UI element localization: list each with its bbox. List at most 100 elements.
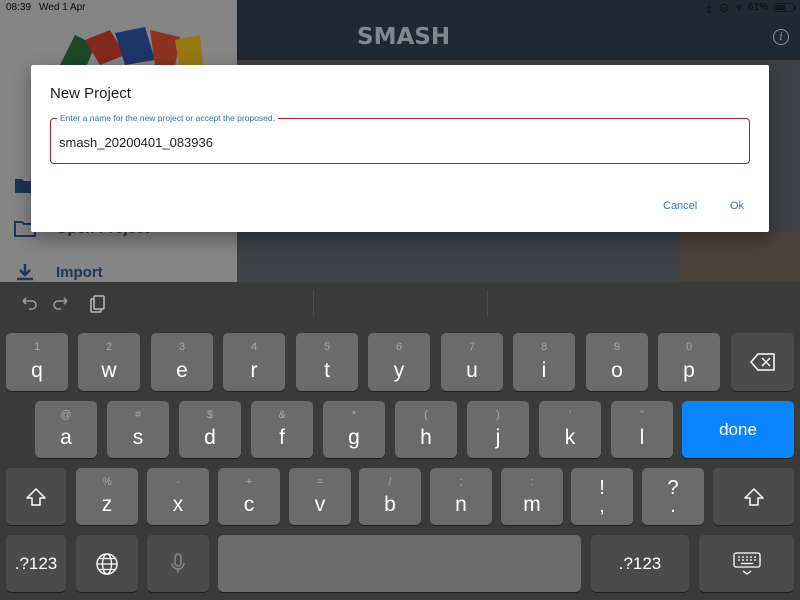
key-hint: 4 xyxy=(250,341,258,353)
key-q[interactable]: 1q xyxy=(6,333,68,391)
key-h[interactable]: (h xyxy=(395,401,457,458)
key-hint: 8 xyxy=(540,341,548,353)
project-name-field[interactable]: Enter a name for the new project or acce… xyxy=(50,113,750,164)
numbers-key-right[interactable]: .?123 xyxy=(591,535,689,592)
globe-icon xyxy=(96,552,118,575)
shift-icon xyxy=(26,487,46,506)
key-g[interactable]: * g xyxy=(323,401,385,458)
toolbar-separator xyxy=(487,290,488,316)
key-label: b xyxy=(384,493,396,516)
key-hint: ” xyxy=(640,409,644,421)
key-exclamation-comma[interactable]: ! , xyxy=(571,468,633,525)
key-label: v xyxy=(314,493,326,516)
key-question-period[interactable]: ? . xyxy=(642,468,704,525)
key-a[interactable]: @ a xyxy=(35,401,97,458)
done-key[interactable]: done xyxy=(682,401,794,458)
microphone-icon xyxy=(171,552,185,573)
key-label: x xyxy=(172,493,184,516)
key-top-symbol: ! xyxy=(599,477,605,499)
key-z[interactable]: % z xyxy=(76,468,138,525)
key-hint: 1 xyxy=(33,341,41,353)
key-hint: 5 xyxy=(323,341,331,353)
key-hint: % xyxy=(102,476,112,488)
key-label: y xyxy=(393,359,405,382)
key-c[interactable]: + c xyxy=(218,468,280,525)
key-k[interactable]: ’ k xyxy=(539,401,601,458)
key-label: u xyxy=(466,359,478,382)
key-label: h xyxy=(420,426,432,449)
key-m[interactable]: :m xyxy=(501,468,563,525)
key-s[interactable]: # s xyxy=(107,401,169,458)
cancel-button[interactable]: Cancel xyxy=(663,200,697,212)
key-u[interactable]: 7u xyxy=(441,333,503,391)
key-w[interactable]: 2w xyxy=(78,333,140,391)
project-name-label: Enter a name for the new project or acce… xyxy=(57,113,278,123)
key-hint: ( xyxy=(424,409,428,421)
backspace-icon xyxy=(749,353,775,371)
hide-keyboard-key[interactable] xyxy=(699,535,794,592)
key-r[interactable]: 4r xyxy=(223,333,285,391)
key-label: s xyxy=(132,426,144,449)
key-x[interactable]: -x xyxy=(147,468,209,525)
space-bar[interactable] xyxy=(218,535,581,592)
key-hint: - xyxy=(176,476,180,488)
shift-key-left[interactable] xyxy=(6,468,66,525)
key-p[interactable]: 0p xyxy=(658,333,720,391)
ok-button[interactable]: Ok xyxy=(730,200,744,212)
key-e[interactable]: 3e xyxy=(151,333,213,391)
key-v[interactable]: = v xyxy=(289,468,351,525)
key-label: d xyxy=(204,426,216,449)
key-y[interactable]: 6y xyxy=(368,333,430,391)
key-label: c xyxy=(243,493,255,516)
key-bottom-symbol: , xyxy=(599,495,605,517)
globe-key[interactable] xyxy=(76,535,138,592)
key-hint: & xyxy=(278,409,286,421)
key-label: q xyxy=(31,359,43,382)
key-f[interactable]: & f xyxy=(251,401,313,458)
key-label: j xyxy=(495,426,501,449)
key-n[interactable]: ; n xyxy=(430,468,492,525)
key-o[interactable]: 9o xyxy=(586,333,648,391)
key-hint: # xyxy=(134,409,142,421)
key-label: i xyxy=(541,359,547,382)
paste-icon[interactable] xyxy=(86,293,108,315)
key-hint: 6 xyxy=(395,341,403,353)
toolbar-separator xyxy=(313,290,314,316)
redo-icon[interactable] xyxy=(51,293,73,315)
new-project-dialog: New Project Enter a name for the new pro… xyxy=(31,65,769,232)
key-i[interactable]: 8i xyxy=(513,333,575,391)
key-label: k xyxy=(564,426,576,449)
undo-icon[interactable] xyxy=(17,293,39,315)
key-hint: ; xyxy=(459,476,463,488)
dictation-key[interactable] xyxy=(147,535,209,592)
key-hint: / xyxy=(388,476,392,488)
key-hint: 2 xyxy=(105,341,113,353)
key-b[interactable]: / b xyxy=(359,468,421,525)
key-label: r xyxy=(250,359,258,382)
numbers-label: .?123 xyxy=(14,553,58,573)
key-hint: 7 xyxy=(468,341,476,353)
backspace-key[interactable] xyxy=(731,333,794,391)
key-label: w xyxy=(101,359,117,382)
key-hint: = xyxy=(316,476,324,488)
key-hint: @ xyxy=(60,409,72,421)
onscreen-keyboard: 1q 2w 3e 4r 5t 6y 7u 8i 9o 0p @ a # s $ d &… xyxy=(0,282,800,600)
shift-key-right[interactable] xyxy=(713,468,794,525)
key-hint: : xyxy=(530,476,534,488)
key-l[interactable]: ” l xyxy=(611,401,673,458)
key-label: l xyxy=(639,426,645,449)
project-name-input[interactable] xyxy=(59,133,739,151)
key-label: t xyxy=(324,359,330,382)
key-label: z xyxy=(101,493,113,516)
key-label: m xyxy=(523,493,541,516)
key-hint: + xyxy=(245,476,253,488)
key-label: p xyxy=(683,359,695,382)
numbers-key-left[interactable]: .?123 xyxy=(6,535,66,592)
key-hint: ) xyxy=(496,409,500,421)
keyboard-dismiss-icon xyxy=(732,551,761,575)
shift-icon xyxy=(743,487,764,506)
key-hint: * xyxy=(351,409,357,421)
key-t[interactable]: 5t xyxy=(296,333,358,391)
key-j[interactable]: ) j xyxy=(467,401,529,458)
key-d[interactable]: $ d xyxy=(179,401,241,458)
